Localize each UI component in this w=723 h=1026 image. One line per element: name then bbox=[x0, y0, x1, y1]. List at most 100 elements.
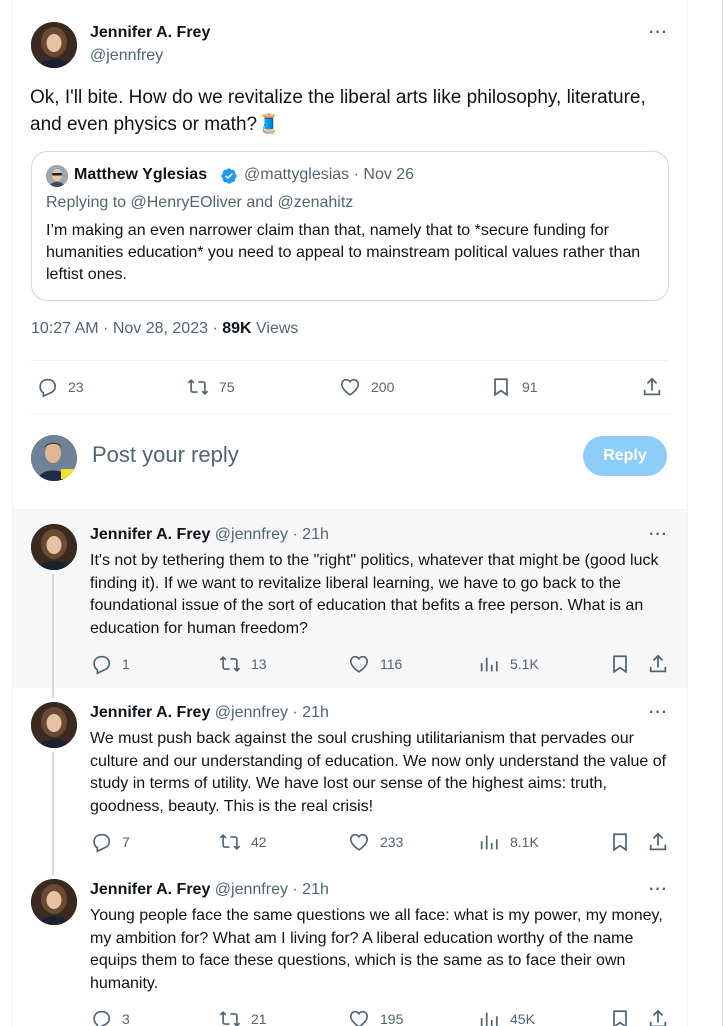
like-button[interactable]: 116 bbox=[348, 653, 402, 675]
quoted-author-avatar bbox=[46, 165, 68, 187]
retweet-count: 75 bbox=[219, 379, 235, 395]
author-name[interactable]: Jennifer A. Frey bbox=[90, 526, 210, 543]
tweet-timestamp[interactable]: 10:27 AM · Nov 28, 2023 · bbox=[31, 320, 222, 337]
more-options-icon[interactable]: ··· bbox=[649, 526, 668, 544]
views-label: Views bbox=[251, 320, 299, 337]
bookmark-button[interactable] bbox=[609, 831, 641, 853]
like-button[interactable]: 200 bbox=[339, 376, 394, 398]
author-avatar[interactable] bbox=[31, 22, 77, 68]
replying-to: Replying to @HenryEOliver and @zenahitz bbox=[46, 194, 354, 211]
quoted-tweet-text: I’m making an even narrower claim than t… bbox=[46, 222, 641, 283]
retweet-button[interactable]: 13 bbox=[219, 653, 267, 675]
author-name[interactable]: Jennifer A. Frey bbox=[90, 881, 210, 898]
reply-header: Jennifer A. Frey @jennfrey · 21h bbox=[90, 526, 329, 544]
author-avatar[interactable] bbox=[31, 702, 77, 748]
quoted-tweet[interactable]: Matthew Yglesias @mattyglesias · Nov 26 … bbox=[31, 151, 669, 301]
reply-text: It's not by tethering them to the "right… bbox=[90, 552, 659, 637]
bookmark-icon bbox=[613, 655, 627, 674]
bookmark-count: 91 bbox=[522, 379, 538, 395]
like-count: 200 bbox=[371, 379, 395, 395]
quoted-author-name: Matthew Yglesias bbox=[74, 166, 208, 183]
views-button[interactable]: 5.1K bbox=[478, 653, 539, 675]
bookmark-icon bbox=[613, 833, 627, 852]
like-count: 195 bbox=[380, 1011, 404, 1026]
retweet-count: 13 bbox=[251, 656, 267, 672]
reply-icon bbox=[93, 833, 111, 853]
share-icon bbox=[649, 1009, 667, 1026]
tweet-metadata: 10:27 AM · Nov 28, 2023 · 89K Views bbox=[31, 320, 298, 338]
retweet-count: 42 bbox=[251, 834, 267, 850]
author-handle[interactable]: @jennfrey · 21h bbox=[215, 881, 329, 898]
author-name[interactable]: Jennifer A. Frey bbox=[90, 24, 210, 42]
retweet-count: 21 bbox=[251, 1011, 267, 1026]
views-button[interactable]: 45K bbox=[478, 1008, 535, 1026]
author-name[interactable]: Jennifer A. Frey bbox=[90, 704, 210, 721]
reply-input[interactable]: Post your reply bbox=[92, 442, 239, 468]
thread-connector bbox=[52, 752, 54, 866]
reply-count: 3 bbox=[122, 1011, 130, 1026]
share-button[interactable] bbox=[647, 831, 679, 853]
right-gutter bbox=[700, 0, 722, 1026]
reply-count: 23 bbox=[68, 379, 84, 395]
retweet-icon bbox=[219, 833, 241, 851]
bookmark-button[interactable] bbox=[609, 1008, 641, 1026]
thread-connector bbox=[52, 688, 54, 698]
avatar-photo-icon bbox=[31, 524, 77, 570]
verified-badge-icon bbox=[221, 168, 237, 184]
share-icon bbox=[649, 654, 667, 673]
divider bbox=[31, 414, 669, 415]
retweet-icon bbox=[219, 655, 241, 673]
author-handle[interactable]: @jennfrey · 21h bbox=[215, 526, 329, 543]
avatar-photo-icon bbox=[31, 879, 77, 925]
reply-button[interactable]: 3 bbox=[90, 1008, 130, 1026]
thread-connector bbox=[52, 574, 54, 688]
share-button[interactable] bbox=[647, 1008, 679, 1026]
views-button[interactable]: 8.1K bbox=[478, 831, 539, 853]
heart-icon bbox=[340, 378, 360, 396]
thread-reply[interactable]: Jennifer A. Frey @jennfrey · 21h ··· You… bbox=[13, 865, 687, 1026]
share-icon bbox=[643, 377, 661, 396]
avatar-photo-icon bbox=[31, 22, 77, 68]
thread-reply[interactable]: Jennifer A. Frey @jennfrey · 21h ··· We … bbox=[13, 688, 687, 866]
reply-text: We must push back against the soul crush… bbox=[90, 730, 667, 815]
tweet-text: Ok, I'll bite. How do we revitalize the … bbox=[30, 87, 646, 135]
reply-icon bbox=[93, 1010, 111, 1026]
reply-button[interactable]: 7 bbox=[90, 831, 130, 853]
avatar-photo-icon bbox=[31, 702, 77, 748]
current-user-avatar[interactable] bbox=[31, 435, 77, 481]
views-chart-icon bbox=[480, 835, 498, 850]
share-button[interactable] bbox=[647, 653, 679, 675]
retweet-icon bbox=[219, 1010, 241, 1026]
views-count: 8.1K bbox=[510, 834, 539, 850]
reply-submit-button[interactable]: Reply bbox=[583, 436, 667, 476]
author-handle[interactable]: @jennfrey bbox=[90, 47, 163, 65]
retweet-icon bbox=[187, 378, 209, 396]
avatar-photo-icon bbox=[46, 165, 68, 187]
avatar-photo-icon bbox=[31, 435, 77, 481]
more-options-icon[interactable]: ··· bbox=[649, 24, 668, 42]
reply-button[interactable]: 1 bbox=[90, 653, 130, 675]
bookmark-button[interactable]: 91 bbox=[490, 376, 538, 398]
author-avatar[interactable] bbox=[31, 524, 77, 570]
share-button[interactable] bbox=[641, 376, 673, 398]
retweet-button[interactable]: 21 bbox=[219, 1008, 267, 1026]
more-options-icon[interactable]: ··· bbox=[649, 881, 668, 899]
more-options-icon[interactable]: ··· bbox=[649, 704, 668, 722]
reply-count: 7 bbox=[122, 834, 130, 850]
like-button[interactable]: 195 bbox=[348, 1008, 403, 1026]
heart-icon bbox=[349, 833, 369, 851]
retweet-button[interactable]: 75 bbox=[187, 376, 235, 398]
views-chart-icon bbox=[480, 657, 498, 672]
bookmark-icon bbox=[613, 1010, 627, 1026]
like-button[interactable]: 233 bbox=[348, 831, 403, 853]
reply-button[interactable]: 23 bbox=[36, 376, 84, 398]
retweet-button[interactable]: 42 bbox=[219, 831, 267, 853]
thread-reply[interactable]: Jennifer A. Frey @jennfrey · 21h ··· It'… bbox=[13, 510, 687, 688]
views-count: 45K bbox=[510, 1011, 535, 1026]
bookmark-icon bbox=[494, 378, 508, 397]
author-handle[interactable]: @jennfrey · 21h bbox=[215, 704, 329, 721]
bookmark-button[interactable] bbox=[609, 653, 641, 675]
author-avatar[interactable] bbox=[31, 879, 77, 925]
heart-icon bbox=[349, 655, 369, 673]
reply-header: Jennifer A. Frey @jennfrey · 21h bbox=[90, 704, 329, 722]
